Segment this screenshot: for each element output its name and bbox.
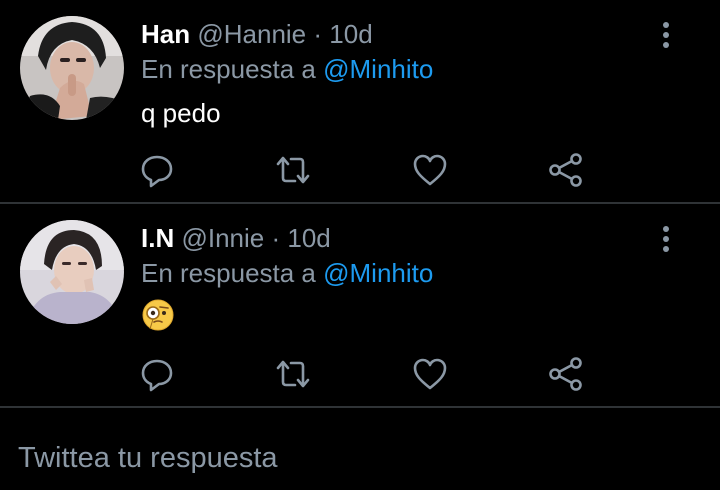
- timestamp[interactable]: 10d: [287, 223, 330, 253]
- reply-prefix: En respuesta a: [141, 258, 316, 288]
- share-icon[interactable]: [546, 150, 586, 190]
- tweet-header: Han @Hannie · 10d: [141, 18, 373, 50]
- heart-icon[interactable]: [410, 354, 450, 394]
- reply-context: En respuesta a @Minhito: [141, 52, 433, 86]
- tweet-emoji: [141, 298, 175, 340]
- reply-icon[interactable]: [137, 354, 177, 394]
- tweet[interactable]: I.N @Innie · 10d En respuesta a @Minhito: [0, 204, 720, 406]
- monocle-face-icon: [142, 299, 174, 331]
- divider: [0, 406, 720, 408]
- author-handle[interactable]: @Innie: [181, 223, 264, 253]
- action-bar: [0, 354, 720, 394]
- heart-icon[interactable]: [410, 150, 450, 190]
- tweet-text: q pedo: [141, 98, 221, 128]
- author-name[interactable]: I.N: [141, 223, 174, 253]
- action-bar: [0, 150, 720, 190]
- mention-link[interactable]: @Minhito: [323, 258, 433, 288]
- reply-context: En respuesta a @Minhito: [141, 256, 433, 290]
- reply-prefix: En respuesta a: [141, 54, 316, 84]
- more-vertical-icon[interactable]: [654, 224, 678, 254]
- author-name[interactable]: Han: [141, 19, 190, 49]
- tweet-header: I.N @Innie · 10d: [141, 222, 331, 254]
- retweet-icon[interactable]: [273, 150, 313, 190]
- avatar[interactable]: [20, 16, 124, 120]
- avatar[interactable]: [20, 220, 124, 324]
- mention-link[interactable]: @Minhito: [323, 54, 433, 84]
- reply-composer-input[interactable]: Twittea tu respuesta: [18, 438, 278, 478]
- timestamp[interactable]: 10d: [329, 19, 372, 49]
- reply-icon[interactable]: [137, 150, 177, 190]
- tweet[interactable]: Han @Hannie · 10d En respuesta a @Minhit…: [0, 0, 720, 202]
- author-handle[interactable]: @Hannie: [197, 19, 306, 49]
- more-vertical-icon[interactable]: [654, 20, 678, 50]
- separator: ·: [271, 223, 281, 253]
- share-icon[interactable]: [546, 354, 586, 394]
- separator: ·: [313, 19, 323, 49]
- retweet-icon[interactable]: [273, 354, 313, 394]
